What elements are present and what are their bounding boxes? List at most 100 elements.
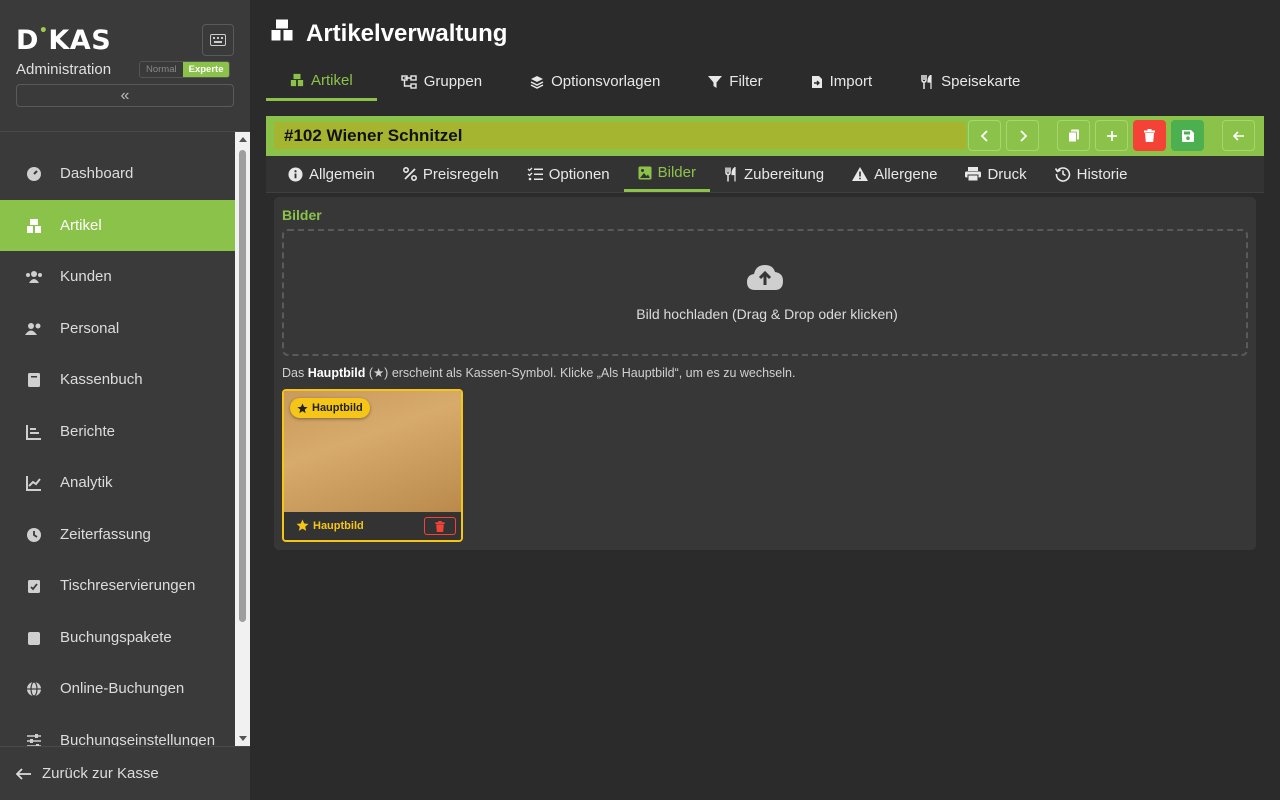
sidebar-scrollbar[interactable] <box>235 132 250 746</box>
sidebar-item-buchungseinstellungen[interactable]: Buchungseinstellungen <box>0 715 235 746</box>
sidebar-item-label: Artikel <box>60 217 102 234</box>
back-link-label: Zurück zur Kasse <box>42 765 159 782</box>
tab-optionsvorlagen[interactable]: Optionsvorlagen <box>506 62 684 101</box>
main-image-hint: Das Hauptbild (★) erscheint als Kassen-S… <box>282 366 796 380</box>
tab-historie[interactable]: Historie <box>1041 156 1142 192</box>
arrow-left-icon <box>1232 130 1244 141</box>
images-heading: Bilder <box>282 207 322 223</box>
add-button[interactable] <box>1095 120 1128 151</box>
book-icon <box>25 371 43 389</box>
sidebar-item-berichte[interactable]: Berichte <box>0 406 235 457</box>
bar-chart-icon <box>25 423 43 441</box>
sidebar-item-label: Buchungseinstellungen <box>60 732 216 746</box>
tab-gruppen[interactable]: Gruppen <box>377 62 506 101</box>
tab-artikel[interactable]: Artikel <box>266 62 377 101</box>
tab-speisekarte[interactable]: Speisekarte <box>896 62 1044 101</box>
delete-button[interactable] <box>1133 120 1166 151</box>
page-title: Artikelverwaltung <box>270 18 507 49</box>
sidebar-item-label: Berichte <box>60 423 116 440</box>
sidebar-item-kunden[interactable]: Kunden <box>0 251 235 302</box>
mode-normal-button[interactable]: Normal <box>140 62 183 77</box>
mode-expert-button[interactable]: Experte <box>182 62 230 77</box>
duplicate-button[interactable] <box>1057 120 1090 151</box>
trash-icon <box>1144 129 1155 142</box>
copy-icon <box>1067 129 1079 142</box>
sidebar-item-buchungspakete[interactable]: Buchungspakete <box>0 612 235 663</box>
sliders-icon <box>25 732 43 746</box>
boxes-icon <box>25 217 43 235</box>
scroll-thumb[interactable] <box>239 150 246 622</box>
trash-icon <box>435 520 445 532</box>
brand-logo: D•KAS <box>16 23 112 56</box>
globe-icon <box>25 680 43 698</box>
previous-article-button[interactable] <box>968 120 1001 151</box>
star-icon <box>296 519 309 531</box>
top-tabs: Artikel Gruppen Optionsvorlagen Filter I… <box>266 62 1044 102</box>
admin-label: Administration <box>16 61 112 78</box>
sidebar-item-artikel[interactable]: Artikel <box>0 200 235 251</box>
sidebar-item-label: Online-Buchungen <box>60 680 185 697</box>
sidebar: D•KAS Administration Normal Experte « Da… <box>0 0 250 800</box>
article-toolbar: #102 Wiener Schnitzel <box>266 116 1264 156</box>
sitemap-icon <box>400 74 417 89</box>
sidebar-nav: Dashboard Artikel Kunden Personal Kassen… <box>0 132 235 746</box>
sidebar-item-label: Dashboard <box>60 165 134 182</box>
sidebar-item-tischreservierungen[interactable]: Tischreservierungen <box>0 560 235 611</box>
warning-icon <box>852 167 869 181</box>
tab-import[interactable]: Import <box>787 62 897 101</box>
collapse-sidebar-button[interactable]: « <box>16 84 234 107</box>
tab-bilder[interactable]: Bilder <box>623 156 710 192</box>
tab-druck[interactable]: Druck <box>951 156 1040 192</box>
users-icon <box>25 268 43 286</box>
images-panel: Bilder Bild hochladen (Drag & Drop oder … <box>274 197 1256 550</box>
main-content: Artikelverwaltung Artikel Gruppen Option… <box>250 0 1280 800</box>
tab-zubereitung[interactable]: Zubereitung <box>710 156 838 192</box>
chevron-right-icon <box>1019 129 1027 142</box>
tab-allgemein[interactable]: Allgemein <box>274 156 389 192</box>
save-button[interactable] <box>1171 120 1204 151</box>
arrow-left-icon <box>16 767 32 780</box>
mode-toggle: Normal Experte <box>139 61 231 78</box>
scroll-down-arrow[interactable] <box>239 736 247 741</box>
sidebar-item-label: Buchungspakete <box>60 629 172 646</box>
list-check-icon <box>527 167 543 181</box>
sidebar-item-zeiterfassung[interactable]: Zeiterfassung <box>0 509 235 560</box>
sidebar-item-label: Personal <box>60 320 120 337</box>
image-upload-dropzone[interactable]: Bild hochladen (Drag & Drop oder klicken… <box>282 229 1248 356</box>
article-name-field[interactable]: #102 Wiener Schnitzel <box>274 122 966 149</box>
layers-icon <box>530 75 544 89</box>
sidebar-item-dashboard[interactable]: Dashboard <box>0 148 235 199</box>
chevron-left-icon <box>980 129 988 142</box>
main-image-label: Hauptbild <box>296 519 364 532</box>
double-chevron-left-icon: « <box>120 86 130 104</box>
back-button[interactable] <box>1222 120 1255 151</box>
scroll-up-arrow[interactable] <box>239 137 247 142</box>
line-chart-icon <box>25 474 43 492</box>
boxes-icon <box>270 18 294 49</box>
sidebar-item-label: Zeiterfassung <box>60 526 151 543</box>
sidebar-item-personal[interactable]: Personal <box>0 303 235 354</box>
next-article-button[interactable] <box>1006 120 1039 151</box>
sidebar-item-analytik[interactable]: Analytik <box>0 457 235 508</box>
utensils-icon <box>920 74 934 89</box>
sidebar-item-label: Analytik <box>60 474 113 491</box>
delete-image-button[interactable] <box>424 517 456 535</box>
filter-icon <box>708 75 723 89</box>
tab-preisregeln[interactable]: Preisregeln <box>389 156 513 192</box>
utensils-icon <box>724 166 738 182</box>
keyboard-button[interactable] <box>202 24 234 56</box>
printer-icon <box>965 167 982 181</box>
back-to-register-link[interactable]: Zurück zur Kasse <box>0 746 250 800</box>
package-icon <box>25 629 43 647</box>
sidebar-item-online-buchungen[interactable]: Online-Buchungen <box>0 663 235 714</box>
tab-filter[interactable]: Filter <box>684 62 786 101</box>
upload-text: Bild hochladen (Drag & Drop oder klicken… <box>636 306 898 322</box>
sidebar-item-kassenbuch[interactable]: Kassenbuch <box>0 354 235 405</box>
tab-allergene[interactable]: Allergene <box>838 156 951 192</box>
keyboard-icon <box>210 34 226 46</box>
tab-optionen[interactable]: Optionen <box>513 156 624 192</box>
image-icon <box>638 166 652 180</box>
info-icon <box>288 166 303 182</box>
image-card[interactable]: Hauptbild Hauptbild <box>282 389 463 542</box>
sidebar-item-label: Kassenbuch <box>60 371 143 388</box>
